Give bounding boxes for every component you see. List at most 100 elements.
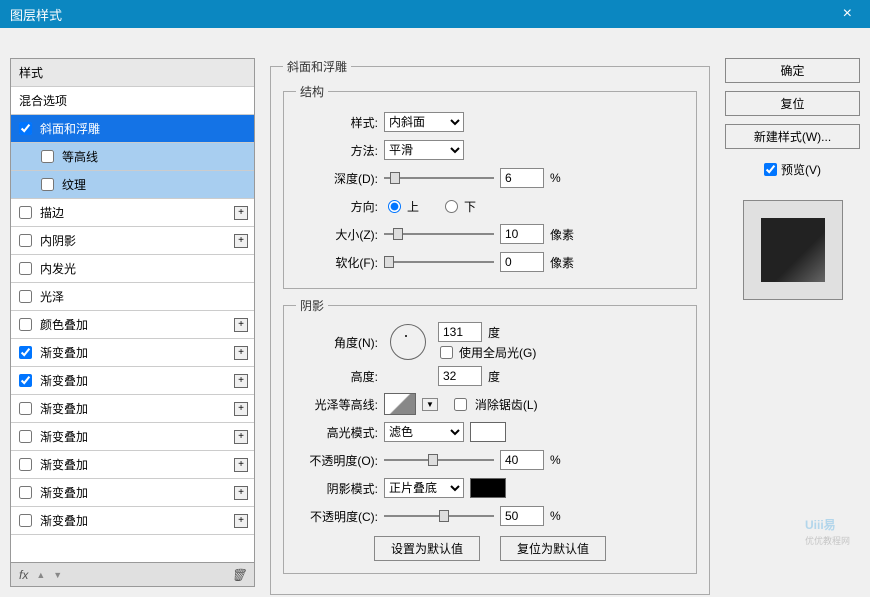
- sidebar-item-5[interactable]: 内发光: [11, 255, 254, 283]
- window-title: 图层样式: [10, 5, 62, 24]
- shadow-opacity-input[interactable]: [500, 506, 544, 526]
- sidebar-item-label: 渐变叠加: [40, 456, 88, 473]
- plus-icon[interactable]: +: [234, 458, 248, 472]
- sidebar-item-checkbox[interactable]: [19, 206, 32, 219]
- plus-icon[interactable]: +: [234, 486, 248, 500]
- sidebar-item-checkbox[interactable]: [19, 430, 32, 443]
- sidebar-item-2[interactable]: 纹理: [11, 171, 254, 199]
- dropdown-icon[interactable]: ▼: [422, 398, 438, 411]
- sidebar-item-checkbox[interactable]: [41, 178, 54, 191]
- sidebar-item-9[interactable]: 渐变叠加+: [11, 367, 254, 395]
- close-icon[interactable]: ×: [835, 5, 860, 23]
- style-select[interactable]: 内斜面: [384, 112, 464, 132]
- shadow-color-picker[interactable]: [470, 478, 506, 498]
- soften-input[interactable]: [500, 252, 544, 272]
- highlight-opacity-label: 不透明度(O):: [296, 452, 378, 469]
- depth-input[interactable]: [500, 168, 544, 188]
- fx-icon[interactable]: fx: [19, 568, 28, 582]
- sidebar-item-label: 颜色叠加: [40, 316, 88, 333]
- styles-sidebar: 样式 混合选项 斜面和浮雕等高线纹理描边+内阴影+内发光光泽颜色叠加+渐变叠加+…: [10, 58, 255, 587]
- sidebar-item-checkbox[interactable]: [41, 150, 54, 163]
- sidebar-item-checkbox[interactable]: [19, 290, 32, 303]
- depth-label: 深度(D):: [296, 170, 378, 187]
- highlight-opacity-input[interactable]: [500, 450, 544, 470]
- panel-title: 斜面和浮雕: [283, 58, 351, 75]
- plus-icon[interactable]: +: [234, 374, 248, 388]
- plus-icon[interactable]: +: [234, 514, 248, 528]
- plus-icon[interactable]: +: [234, 234, 248, 248]
- sidebar-item-checkbox[interactable]: [19, 262, 32, 275]
- shadow-opacity-label: 不透明度(C):: [296, 508, 378, 525]
- ok-button[interactable]: 确定: [725, 58, 860, 83]
- plus-icon[interactable]: +: [234, 206, 248, 220]
- preview-checkbox[interactable]: [764, 163, 777, 176]
- trash-icon[interactable]: 🗑: [231, 568, 246, 582]
- sidebar-item-4[interactable]: 内阴影+: [11, 227, 254, 255]
- style-list[interactable]: 样式 混合选项 斜面和浮雕等高线纹理描边+内阴影+内发光光泽颜色叠加+渐变叠加+…: [10, 58, 255, 563]
- shading-fieldset: 阴影 角度(N): 度 使用全局光(G): [283, 297, 697, 574]
- soften-slider[interactable]: [384, 254, 494, 270]
- reset-default-button[interactable]: 复位为默认值: [500, 536, 606, 561]
- new-style-button[interactable]: 新建样式(W)...: [725, 124, 860, 149]
- size-label: 大小(Z):: [296, 226, 378, 243]
- sidebar-item-6[interactable]: 光泽: [11, 283, 254, 311]
- preview-box: [743, 200, 843, 300]
- sidebar-item-14[interactable]: 渐变叠加+: [11, 507, 254, 535]
- sidebar-item-checkbox[interactable]: [19, 346, 32, 359]
- sidebar-item-checkbox[interactable]: [19, 458, 32, 471]
- plus-icon[interactable]: +: [234, 430, 248, 444]
- sidebar-item-checkbox[interactable]: [19, 318, 32, 331]
- sidebar-item-13[interactable]: 渐变叠加+: [11, 479, 254, 507]
- sidebar-item-1[interactable]: 等高线: [11, 143, 254, 171]
- highlight-color-picker[interactable]: [470, 422, 506, 442]
- sidebar-item-checkbox[interactable]: [19, 486, 32, 499]
- angle-dial[interactable]: [390, 324, 426, 360]
- make-default-button[interactable]: 设置为默认值: [374, 536, 480, 561]
- highlight-mode-label: 高光模式:: [296, 424, 378, 441]
- plus-icon[interactable]: +: [234, 318, 248, 332]
- highlight-mode-select[interactable]: 滤色: [384, 422, 464, 442]
- direction-down-radio[interactable]: [445, 200, 458, 213]
- size-slider[interactable]: [384, 226, 494, 242]
- sidebar-item-label: 描边: [40, 204, 64, 221]
- plus-icon[interactable]: +: [234, 346, 248, 360]
- sidebar-item-checkbox[interactable]: [19, 402, 32, 415]
- shadow-opacity-slider[interactable]: [384, 508, 494, 524]
- sidebar-item-checkbox[interactable]: [19, 234, 32, 247]
- sidebar-item-10[interactable]: 渐变叠加+: [11, 395, 254, 423]
- watermark: Uiii易 优优教程网: [805, 513, 850, 547]
- altitude-input[interactable]: [438, 366, 482, 386]
- sidebar-item-checkbox[interactable]: [19, 122, 32, 135]
- structure-fieldset: 结构 样式: 内斜面 方法: 平滑 深度(D): % 方向: 上: [283, 83, 697, 289]
- method-select[interactable]: 平滑: [384, 140, 464, 160]
- sidebar-item-8[interactable]: 渐变叠加+: [11, 339, 254, 367]
- antialias-checkbox[interactable]: [454, 398, 467, 411]
- arrow-up-icon[interactable]: ▲: [36, 570, 45, 580]
- sidebar-item-7[interactable]: 颜色叠加 +: [11, 311, 254, 339]
- sidebar-item-checkbox[interactable]: [19, 514, 32, 527]
- shadow-mode-select[interactable]: 正片叠底: [384, 478, 464, 498]
- depth-slider[interactable]: [384, 170, 494, 186]
- sidebar-footer: fx ▲ ▼ 🗑: [10, 563, 255, 587]
- main-panel: 斜面和浮雕 结构 样式: 内斜面 方法: 平滑 深度(D): %: [265, 58, 715, 587]
- angle-input[interactable]: [438, 322, 482, 342]
- method-label: 方法:: [296, 142, 378, 159]
- sidebar-item-3[interactable]: 描边 +: [11, 199, 254, 227]
- global-light-checkbox[interactable]: [440, 346, 453, 359]
- sidebar-item-11[interactable]: 渐变叠加+: [11, 423, 254, 451]
- right-panel: 确定 复位 新建样式(W)... 预览(V): [725, 58, 860, 587]
- sidebar-item-12[interactable]: 渐变叠加 +: [11, 451, 254, 479]
- arrow-down-icon[interactable]: ▼: [53, 570, 62, 580]
- gloss-contour-picker[interactable]: [384, 393, 416, 415]
- size-input[interactable]: [500, 224, 544, 244]
- sidebar-item-checkbox[interactable]: [19, 374, 32, 387]
- highlight-opacity-slider[interactable]: [384, 452, 494, 468]
- sidebar-header[interactable]: 样式: [11, 59, 254, 87]
- sidebar-item-0[interactable]: 斜面和浮雕: [11, 115, 254, 143]
- plus-icon[interactable]: +: [234, 402, 248, 416]
- sidebar-blend-options[interactable]: 混合选项: [11, 87, 254, 115]
- direction-up-radio[interactable]: [388, 200, 401, 213]
- cancel-button[interactable]: 复位: [725, 91, 860, 116]
- sidebar-item-label: 光泽: [40, 288, 64, 305]
- sidebar-item-label: 纹理: [62, 176, 86, 193]
